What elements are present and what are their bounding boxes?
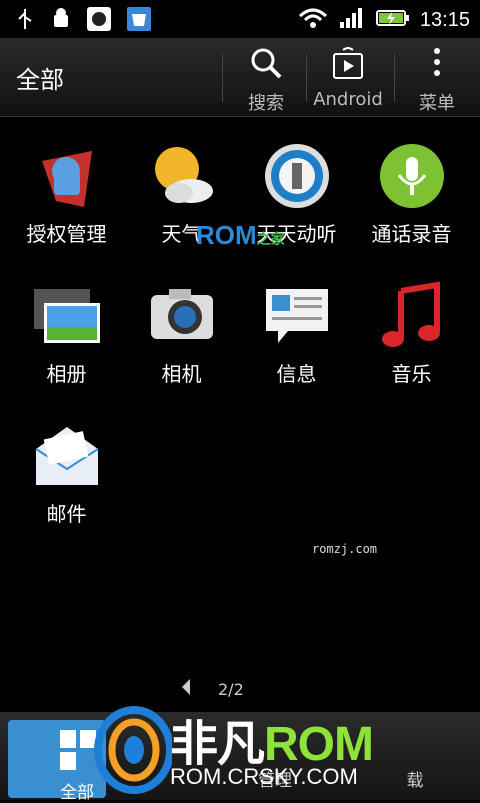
status-bar: 13:15 — [0, 0, 480, 38]
usb-icon — [14, 7, 36, 35]
camera-icon — [146, 280, 218, 352]
app-label: 通话录音 — [371, 222, 452, 246]
tab-all-label: 全部 — [60, 783, 94, 803]
menu-label: 菜单 — [419, 93, 455, 114]
android-market-button[interactable]: Android — [310, 46, 386, 110]
call-recorder-icon — [376, 140, 448, 212]
clock: 13:15 — [419, 8, 470, 31]
crsky-logo-icon — [92, 706, 174, 798]
app-label: 邮件 — [46, 502, 87, 526]
search-button[interactable]: 搜索 — [238, 46, 294, 114]
app-gallery[interactable]: 相册 — [9, 280, 124, 387]
app-label: 授权管理 — [26, 222, 107, 246]
prev-page-icon[interactable] — [180, 678, 192, 700]
messages-icon — [261, 280, 333, 352]
app-superuser[interactable]: 授权管理 — [9, 140, 124, 247]
music-icon — [376, 280, 448, 352]
crsky-logo-overlay: 非凡ROM ROM.CRSKY.COM — [92, 700, 412, 796]
app-label: 信息 — [276, 362, 317, 386]
superuser-icon — [31, 140, 103, 212]
crsky-url: ROM.CRSKY.COM — [170, 764, 358, 789]
wifi-icon — [298, 6, 328, 34]
shopping-bag-icon — [126, 6, 152, 36]
battery-icon — [375, 7, 410, 33]
divider — [394, 54, 395, 102]
search-label: 搜索 — [248, 93, 284, 114]
watermark-url: romzj.com — [312, 542, 378, 556]
app-label: 音乐 — [391, 362, 432, 386]
action-bar: 全部 搜索 Android 菜单 — [0, 38, 480, 117]
page-number: 2/2 — [218, 679, 244, 699]
menu-button[interactable]: 菜单 — [410, 46, 464, 114]
weather-icon — [146, 140, 218, 212]
play-store-icon — [331, 47, 365, 85]
app-call-recorder[interactable]: 通话录音 — [354, 140, 469, 247]
page-indicator: 2/2 — [180, 678, 244, 700]
search-icon — [249, 48, 283, 85]
gallery-icon — [31, 280, 103, 352]
ttpod-icon — [261, 140, 333, 212]
notification-app-icon — [86, 6, 112, 36]
app-music[interactable]: 音乐 — [354, 280, 469, 387]
page-title: 全部 — [16, 66, 64, 94]
app-camera[interactable]: 相机 — [124, 280, 239, 387]
signal-icon — [338, 6, 366, 34]
app-messages[interactable]: 信息 — [239, 280, 354, 387]
app-label: 相册 — [46, 362, 87, 386]
overflow-menu-icon — [430, 48, 444, 85]
romzj-watermark: ROM之家 — [196, 220, 285, 250]
android-debug-icon — [50, 7, 72, 35]
app-mail[interactable]: 邮件 — [9, 420, 124, 527]
mail-icon — [31, 420, 103, 492]
app-label: 相机 — [161, 362, 202, 386]
divider — [306, 54, 307, 102]
divider — [222, 54, 223, 102]
android-label: Android — [313, 89, 383, 110]
